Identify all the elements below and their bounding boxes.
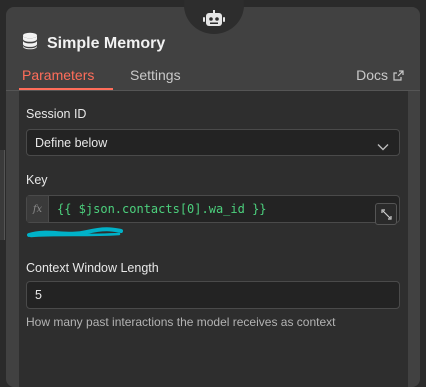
docs-link[interactable]: Docs <box>356 67 404 83</box>
node-title: Simple Memory <box>47 34 166 52</box>
node-settings-panel: Simple Memory Parameters Settings Docs S… <box>6 7 420 387</box>
background-node-edge <box>0 150 5 240</box>
key-expression-value: {{ $json.contacts[0].wa_id }} <box>57 202 267 216</box>
active-tab-indicator <box>19 88 113 90</box>
expression-fx-icon: fx <box>27 196 49 222</box>
chevron-down-icon <box>377 138 389 156</box>
panel-header: Simple Memory <box>22 32 165 55</box>
robot-icon <box>203 10 225 28</box>
external-link-icon <box>393 69 404 81</box>
panel-tabs: Parameters Settings Docs <box>6 59 420 91</box>
context-window-label: Context Window Length <box>26 261 159 275</box>
redaction-scribble <box>27 225 123 244</box>
session-id-value: Define below <box>35 136 108 150</box>
tab-settings[interactable]: Settings <box>130 67 181 83</box>
parameters-content: Session ID Define below Key fx {{ $json.… <box>19 91 408 387</box>
key-label: Key <box>26 173 48 187</box>
key-expression-input[interactable]: fx {{ $json.contacts[0].wa_id }} <box>26 195 400 225</box>
database-icon <box>22 32 38 55</box>
context-window-input[interactable]: 5 <box>26 281 400 309</box>
session-id-select[interactable]: Define below <box>26 129 400 156</box>
docs-label: Docs <box>356 67 388 83</box>
context-window-value: 5 <box>35 288 42 302</box>
context-window-hint: How many past interactions the model rec… <box>26 315 336 329</box>
expand-editor-button[interactable] <box>375 203 397 225</box>
session-id-label: Session ID <box>26 107 87 121</box>
tab-parameters[interactable]: Parameters <box>22 67 94 83</box>
expand-icon <box>380 208 392 220</box>
